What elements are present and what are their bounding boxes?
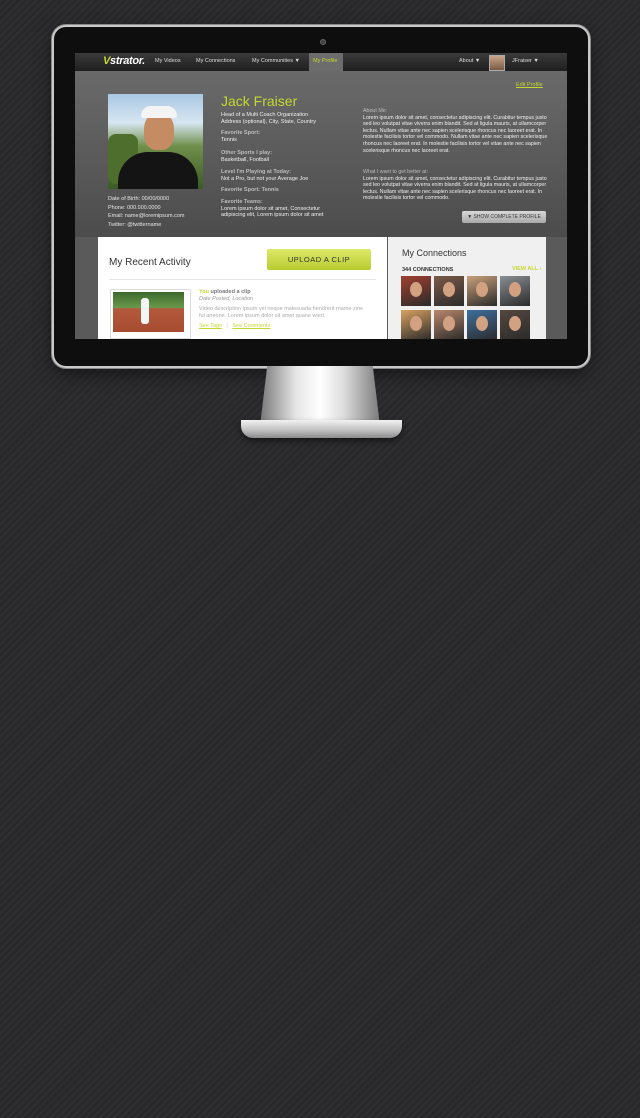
activity-headline: You uploaded a clip xyxy=(199,289,251,295)
user-avatar[interactable] xyxy=(489,55,505,71)
other-sports-value: Basketball, Football xyxy=(221,156,269,163)
favorite-sport-line-text: Favorite Sport: Tennis xyxy=(221,187,279,193)
activity-meta: Date Posted, Location xyxy=(199,296,254,302)
monitor-stand-base xyxy=(241,420,402,438)
profile-section: Edit Profile Date of Birth: 00/00/0000 P… xyxy=(75,71,567,237)
activity-links: See Tags | See Comments xyxy=(199,323,270,329)
court-image xyxy=(113,292,184,332)
connection-avatar[interactable] xyxy=(467,310,497,339)
view-all-link[interactable]: VIEW ALL › xyxy=(512,266,541,272)
connection-avatar[interactable] xyxy=(401,310,431,339)
connection-avatar[interactable] xyxy=(500,276,530,306)
connection-avatar[interactable] xyxy=(467,276,497,306)
connection-avatar[interactable] xyxy=(401,276,431,306)
about-text: Lorem ipsum dolor sit amet, consectetur … xyxy=(363,114,548,154)
logo[interactable]: Vstrator. xyxy=(103,55,145,67)
avatar-face xyxy=(443,316,455,331)
connection-avatar[interactable] xyxy=(434,310,464,339)
screen: Vstrator. My Videos My Connections My Co… xyxy=(75,53,567,339)
better-text: Lorem ipsum dolor sit amet, consectetur … xyxy=(363,175,547,202)
avatar-face xyxy=(509,316,521,331)
avatar-face xyxy=(476,282,488,297)
avatar-face xyxy=(509,282,521,297)
link-separator: | xyxy=(226,323,228,329)
nav-my-videos[interactable]: My Videos xyxy=(155,58,181,64)
about-me: About Me: Lorem ipsum dolor sit amet, co… xyxy=(363,108,549,154)
monitor-stand-neck xyxy=(260,366,380,426)
favorite-teams: Favorite Teams: Lorem ipsum dolor sit am… xyxy=(221,199,333,219)
top-nav: Vstrator. My Videos My Connections My Co… xyxy=(75,53,567,72)
photo-shirt xyxy=(118,152,198,189)
teams-value: Lorem ipsum dolor sit amet, Consectetur … xyxy=(221,205,324,219)
connections-panel: My Connections 344 CONNECTIONS VIEW ALL … xyxy=(388,237,546,339)
monitor-frame: Vstrator. My Videos My Connections My Co… xyxy=(54,27,588,366)
clip-thumbnail[interactable] xyxy=(110,289,191,339)
activity-action: uploaded a clip xyxy=(210,289,251,295)
level-value: Not a Pro, but not your Average Joe xyxy=(221,175,309,182)
avatar-face xyxy=(443,282,455,297)
phone: Phone: 000.000.0000 xyxy=(108,204,161,211)
activity-actor[interactable]: You xyxy=(199,289,209,295)
player-figure xyxy=(141,298,149,324)
favorite-sport-value: Tennis xyxy=(221,136,237,143)
recent-activity-panel: My Recent Activity UPLOAD A CLIP You upl… xyxy=(98,237,387,339)
connection-avatar[interactable] xyxy=(500,310,530,339)
activity-description: Video description ipsum vel neque malesu… xyxy=(199,306,364,319)
better-label: What I want to get better at: xyxy=(363,169,429,175)
edit-profile-link[interactable]: Edit Profile xyxy=(516,82,543,88)
logo-mark: V xyxy=(103,55,111,67)
contact-info: Date of Birth: 00/00/0000 Phone: 000.000… xyxy=(108,195,185,229)
connections-count: 344 CONNECTIONS xyxy=(402,267,454,273)
email[interactable]: Email: name@loremipsum.com xyxy=(108,212,185,221)
nav-about[interactable]: About ▼ xyxy=(459,58,480,64)
photo-cap xyxy=(141,106,177,118)
camera-icon xyxy=(320,39,326,45)
nav-my-profile-label: My Profile xyxy=(313,58,338,64)
see-tags-link[interactable]: See Tags xyxy=(199,323,222,329)
favorite-sport: Favorite Sport: Tennis xyxy=(221,130,351,143)
get-better: What I want to get better at: Lorem ipsu… xyxy=(363,169,549,202)
show-complete-profile-button[interactable]: ▼ SHOW COMPLETE PROFILE xyxy=(462,211,546,223)
dob: Date of Birth: 00/00/0000 xyxy=(108,196,170,202)
upload-clip-button[interactable]: UPLOAD A CLIP xyxy=(267,249,371,270)
nav-my-communities[interactable]: My Communities ▼ xyxy=(252,58,300,64)
other-sports: Other Sports I play: Basketball, Footbal… xyxy=(221,150,351,163)
level: Level I'm Playing at Today: Not a Pro, b… xyxy=(221,169,351,182)
activity-title: My Recent Activity xyxy=(109,257,191,268)
headline-2: Address (optional), City, State, Country xyxy=(221,118,316,125)
twitter[interactable]: Twitter: @twittername xyxy=(108,221,185,230)
connection-avatar[interactable] xyxy=(434,276,464,306)
avatar-face xyxy=(410,316,422,331)
divider xyxy=(109,279,376,280)
avatar-face xyxy=(410,282,422,297)
see-comments-link[interactable]: See Comments xyxy=(232,323,270,329)
nav-my-connections[interactable]: My Connections xyxy=(196,58,235,64)
nav-my-profile[interactable]: My Profile xyxy=(309,53,343,71)
logo-text: strator. xyxy=(110,55,145,67)
about-label: About Me: xyxy=(363,108,388,114)
profile-photo xyxy=(108,94,203,189)
nav-user-menu[interactable]: JFraiser ▼ xyxy=(512,58,539,64)
favorite-sport-line: Favorite Sport: Tennis xyxy=(221,187,351,194)
profile-name: Jack Fraiser xyxy=(221,93,298,109)
headline: Head of a Multi Coach Organization Addre… xyxy=(221,112,351,125)
avatar-face xyxy=(476,316,488,331)
connections-title: My Connections xyxy=(402,248,467,258)
